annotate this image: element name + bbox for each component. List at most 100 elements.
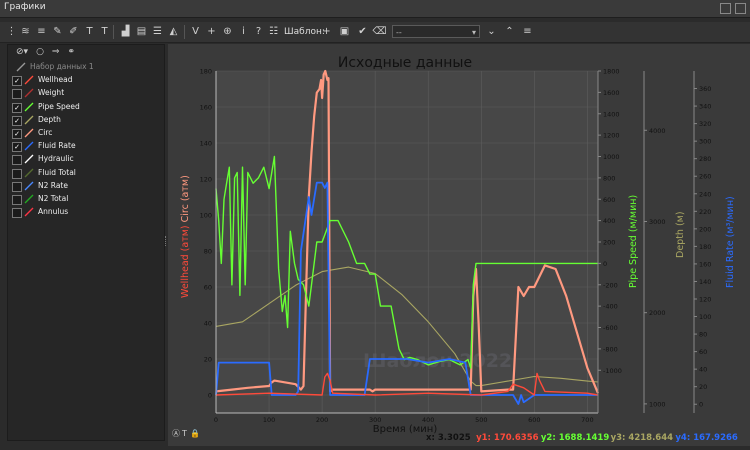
pipe-tick-label: 1000: [603, 153, 620, 161]
x-tick-label: 400: [422, 416, 434, 424]
cursor-readout-value: y3: 4218.644: [611, 433, 674, 443]
checkbox-checked-icon[interactable]: ✓: [12, 142, 22, 153]
menu-icon[interactable]: ≡: [520, 24, 535, 39]
chevron-up-icon[interactable]: ⌃: [502, 24, 517, 39]
lock-icon[interactable]: 🔒: [190, 429, 200, 438]
binoculars-icon[interactable]: ⚭: [67, 47, 75, 61]
text-t-icon[interactable]: T: [82, 24, 97, 39]
delete-icon[interactable]: ⌫: [372, 24, 387, 39]
checkbox-checked-icon[interactable]: ✓: [12, 115, 22, 126]
chart-area[interactable]: Шаблон 2022 0 20 40 60 80 100 120 140 160 180 0 100…: [168, 44, 750, 446]
filter-icon[interactable]: ⊘▾: [16, 47, 28, 61]
check-icon[interactable]: ✔: [355, 24, 370, 39]
legend-item[interactable]: Hydraulic: [8, 153, 164, 166]
legend-item[interactable]: Fluid Total: [8, 167, 164, 180]
checkbox-icon[interactable]: [12, 181, 22, 192]
close-icon[interactable]: [735, 3, 746, 14]
crosshair-icon[interactable]: +: [204, 24, 219, 39]
fluid-tick-label: 340: [699, 103, 711, 111]
chevron-down-icon[interactable]: ⌄: [484, 24, 499, 39]
cursor-mode-icon[interactable]: Ⓐ: [172, 429, 180, 438]
left-tick-label: 120: [200, 176, 212, 184]
lines2-icon[interactable]: ☰: [150, 24, 165, 39]
list-icon[interactable]: ☷: [266, 24, 281, 39]
add-template-icon[interactable]: +: [319, 24, 334, 39]
lines-icon[interactable]: ≡: [34, 24, 49, 39]
checkbox-checked-icon[interactable]: ✓: [12, 128, 22, 139]
arrow-icon[interactable]: ⇒: [52, 47, 60, 61]
pipe-tick-label: -1000: [603, 367, 622, 375]
wave-icon[interactable]: ≋: [18, 24, 33, 39]
left-tick-label: 20: [204, 356, 212, 364]
legend-item-label: N2 Rate: [38, 180, 68, 190]
legend-item-label: Pipe Speed: [38, 101, 80, 111]
series-swatch-icon: [24, 75, 34, 85]
graph-icon[interactable]: ▤: [134, 24, 149, 39]
legend-item-label: Hydraulic: [38, 154, 74, 164]
legend-item[interactable]: ✓ Depth: [8, 114, 164, 127]
x-tick-label: 600: [528, 416, 540, 424]
left-axis-label: Wellhead(атм)Circ (атм): [180, 175, 191, 298]
series-swatch-icon: [24, 207, 34, 217]
circle-icon[interactable]: ○: [36, 47, 44, 61]
fluid-rate-axis-label: Fluid Rate (м³/мин): [725, 196, 736, 288]
checkbox-checked-icon[interactable]: ✓: [12, 76, 22, 87]
series-swatch-icon: [24, 194, 34, 204]
fluid-tick-label: 180: [699, 243, 711, 251]
text-mode-icon[interactable]: T: [181, 429, 187, 438]
legend-item[interactable]: ✓ Wellhead: [8, 74, 164, 87]
checkbox-icon[interactable]: [12, 155, 22, 166]
series-swatch-icon: [24, 128, 34, 138]
legend-item[interactable]: N2 Total: [8, 193, 164, 206]
tool2-icon[interactable]: ✐: [66, 24, 81, 39]
bucket-icon[interactable]: ▟: [118, 24, 133, 39]
fluid-tick-label: 20: [699, 383, 707, 391]
pipe-tick-label: -200: [603, 281, 618, 289]
left-tick-label: 160: [200, 104, 212, 112]
legend-item[interactable]: ✓ Pipe Speed: [8, 101, 164, 114]
series-swatch-icon: [24, 168, 34, 177]
help-icon[interactable]: ?: [251, 24, 266, 39]
legend-item[interactable]: Weight: [8, 87, 164, 100]
legend-item-label: Circ: [38, 127, 53, 137]
chart-corner-tools: Ⓐ T 🔒: [172, 429, 200, 438]
series-swatch-icon: [24, 141, 34, 151]
legend-item[interactable]: Набор данных 1: [8, 61, 164, 74]
legend-item[interactable]: N2 Rate: [8, 180, 164, 193]
x-tick-label: 300: [369, 416, 381, 424]
mountain-icon[interactable]: ◭: [166, 24, 181, 39]
legend-item[interactable]: ✓ Circ: [8, 127, 164, 140]
pipe-tick-label: 1800: [603, 68, 620, 76]
checkbox-icon[interactable]: [12, 89, 22, 100]
zoom-icon[interactable]: ⊕: [220, 24, 235, 39]
tool-icon[interactable]: ✎: [50, 24, 65, 39]
legend-item[interactable]: Annulus: [8, 206, 164, 219]
chart-svg[interactable]: Шаблон 2022 0204060801001201401601800 100…: [168, 44, 750, 446]
sidebar: ⊘▾ ○ ⇒ ⚭ Набор данных 1 ✓ Wellhead Weight ✓ P…: [7, 44, 165, 441]
checkbox-checked-icon[interactable]: ✓: [12, 102, 22, 113]
legend-item-label: Weight: [38, 88, 65, 98]
series-swatch-icon: [24, 88, 34, 98]
cursor-readout-value: y1: 170.6356: [476, 433, 539, 443]
save-template-icon[interactable]: ▣: [337, 24, 352, 39]
fluid-tick-label: 60: [699, 348, 707, 356]
fluid-tick-label: 140: [699, 278, 711, 286]
legend-item[interactable]: ✓ Fluid Rate: [8, 140, 164, 153]
x-tick-label: 100: [263, 416, 275, 424]
fluid-tick-label: 40: [699, 366, 707, 374]
pipe-tick-label: -400: [603, 303, 618, 311]
left-tick-label: 0: [208, 392, 212, 400]
pipe-tick-label: 400: [603, 217, 615, 225]
fluid-tick-label: 200: [699, 225, 711, 233]
template-select[interactable]: -- ▾: [392, 25, 480, 38]
vcursor-icon[interactable]: V: [188, 24, 203, 39]
info-icon[interactable]: i: [236, 24, 251, 39]
text-t2-icon[interactable]: T: [97, 24, 112, 39]
fluid-tick-label: 120: [699, 296, 711, 304]
checkbox-icon[interactable]: [12, 208, 22, 219]
checkbox-icon[interactable]: [12, 194, 22, 205]
left-tick-label: 140: [200, 140, 212, 148]
fluid-tick-label: 100: [699, 313, 711, 321]
checkbox-icon[interactable]: [12, 168, 22, 179]
maximize-icon[interactable]: [720, 3, 731, 14]
